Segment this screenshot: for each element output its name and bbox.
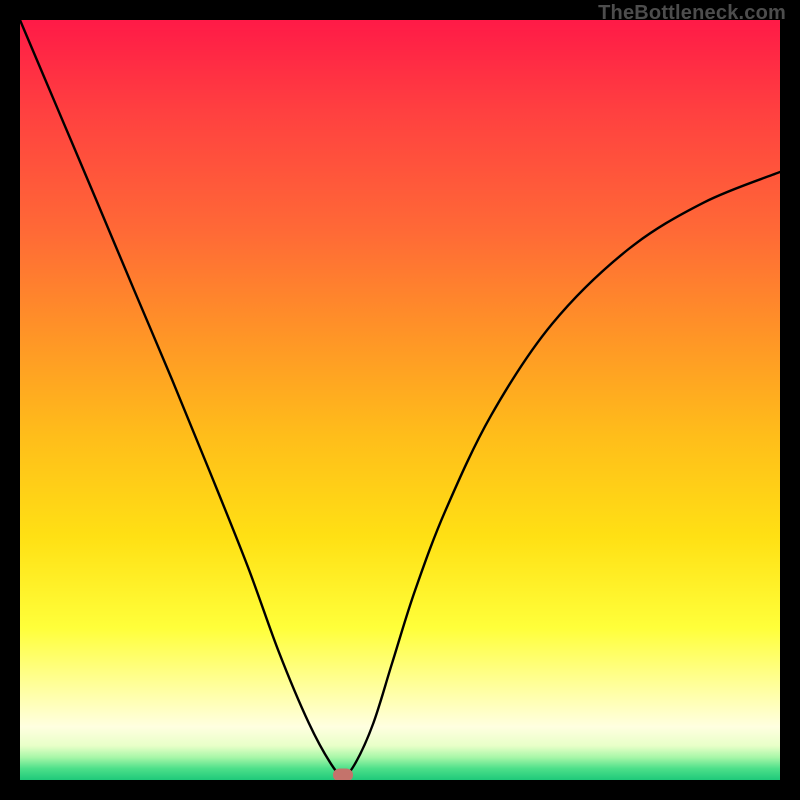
chart-frame: TheBottleneck.com	[0, 0, 800, 800]
curve-svg	[20, 20, 780, 780]
plot-area	[20, 20, 780, 780]
curve-path	[20, 20, 780, 775]
watermark-text: TheBottleneck.com	[598, 2, 786, 25]
optimum-marker	[333, 769, 353, 780]
